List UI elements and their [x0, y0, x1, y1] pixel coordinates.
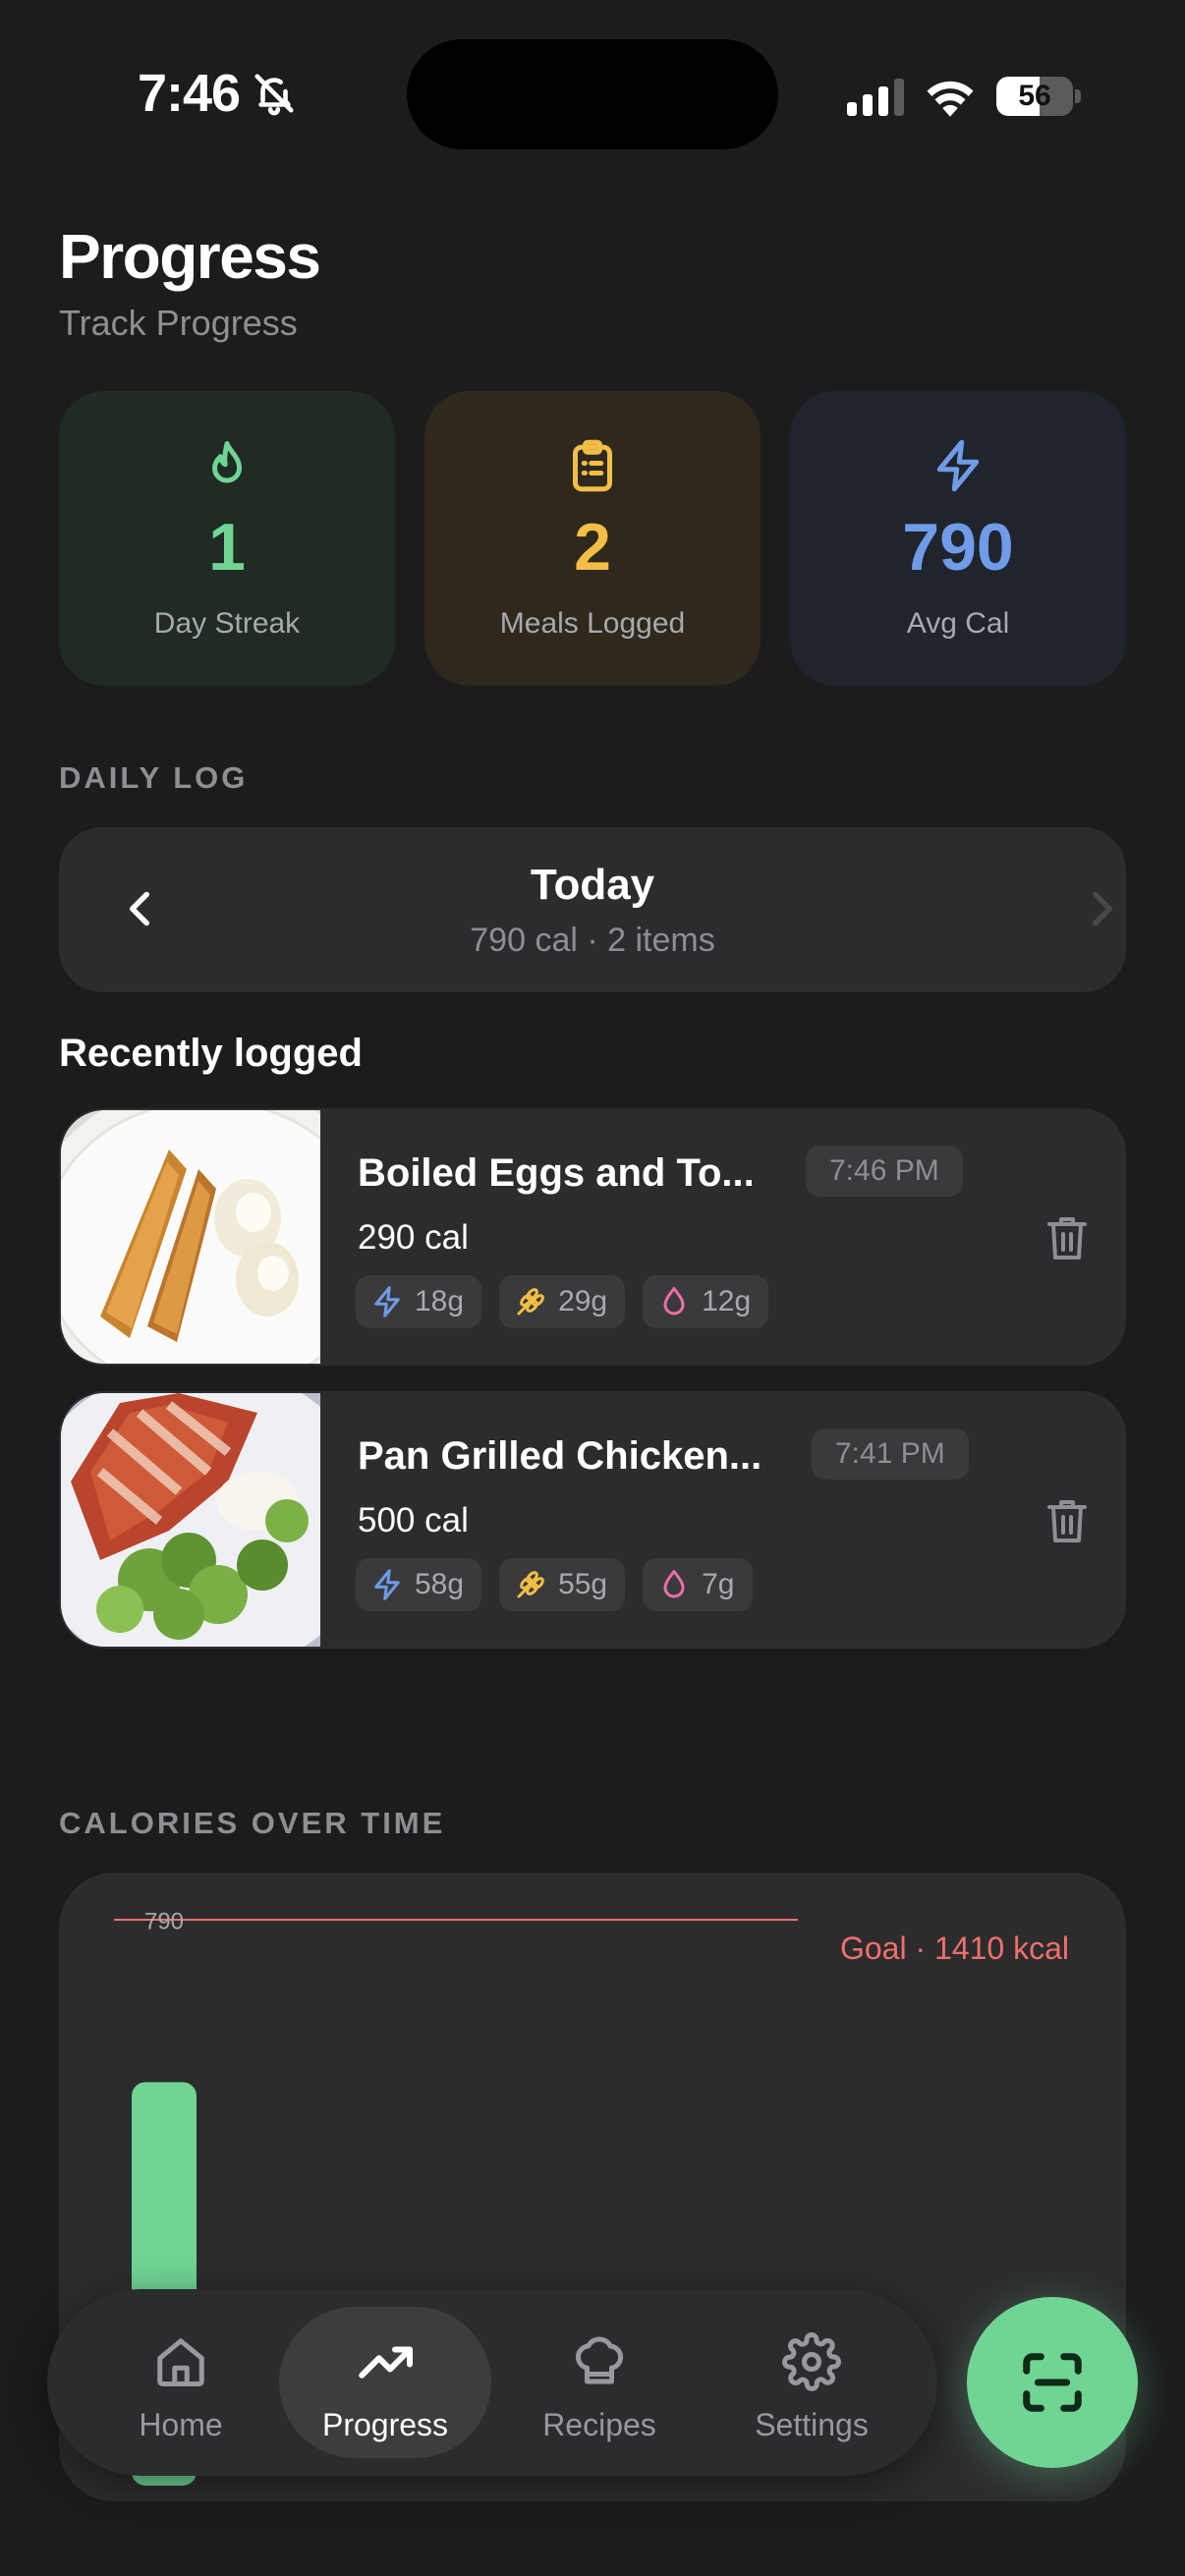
calories-chart-section-label: CALORIES OVER TIME [59, 1806, 446, 1840]
meal-time-badge: 7:41 PM [812, 1428, 969, 1480]
bell-muted-icon [254, 74, 294, 116]
stat-card-avg-cal: 790 Avg Cal [790, 391, 1126, 686]
meal-card[interactable]: Boiled Eggs and To... 7:46 PM 290 cal 18… [59, 1108, 1126, 1366]
stat-label: Day Streak [153, 607, 301, 640]
wifi-icon [927, 81, 974, 117]
status-time: 7:46 [138, 64, 241, 123]
wheat-icon [517, 1571, 544, 1598]
stat-card-meals-logged: 2 Meals Logged [424, 391, 761, 686]
cellular-signal-icon [847, 79, 904, 116]
daily-log-date: Today [530, 861, 655, 909]
goal-label: Goal · 1410 kcal [840, 1931, 1069, 1966]
meal-time-badge: 7:46 PM [806, 1146, 963, 1197]
meal-photo-grilled-chicken [61, 1393, 320, 1647]
chevron-right-icon[interactable] [1077, 884, 1126, 933]
protein-value: 58g [415, 1568, 465, 1600]
carbs-value: 55g [558, 1568, 608, 1600]
stat-card-day-streak: 1 Day Streak [59, 391, 395, 686]
bottom-nav: Home Progress Recipes Settings [47, 2289, 937, 2476]
bolt-icon [936, 439, 980, 492]
stat-label: Avg Cal [906, 607, 1010, 640]
dynamic-island [407, 39, 778, 149]
daily-log-section-label: DAILY LOG [59, 760, 249, 795]
droplet-icon [663, 1287, 685, 1316]
nav-recipes[interactable]: Recipes [493, 2307, 705, 2458]
bar-value-label: 790 [144, 1908, 184, 1934]
nav-home[interactable]: Home [75, 2307, 287, 2458]
meal-calories: 500 cal [358, 1501, 469, 1540]
daily-log-navigator: Today 790 cal · 2 items [59, 827, 1126, 992]
battery-indicator: 56 [996, 77, 1081, 116]
fat-value: 7g [702, 1568, 735, 1600]
meal-name: Pan Grilled Chicken... [358, 1434, 762, 1478]
nav-label: Recipes [542, 2407, 656, 2442]
fat-value: 12g [702, 1285, 752, 1317]
stat-value: 1 [208, 510, 246, 585]
meal-calories: 290 cal [358, 1218, 469, 1257]
recently-logged-title: Recently logged [59, 1032, 363, 1075]
nav-label: Settings [755, 2407, 869, 2442]
nav-settings[interactable]: Settings [705, 2307, 918, 2458]
bolt-icon [374, 1569, 400, 1600]
battery-level: 56 [1018, 80, 1051, 112]
scan-food-button[interactable] [967, 2297, 1138, 2468]
meal-name: Boiled Eggs and To... [358, 1151, 755, 1195]
trash-icon[interactable] [1045, 1214, 1089, 1261]
droplet-icon [663, 1570, 685, 1598]
trending-up-icon [359, 2346, 413, 2379]
carbs-chip: 55g [499, 1558, 626, 1611]
carbs-chip: 29g [499, 1275, 626, 1328]
gear-icon [782, 2332, 841, 2391]
nav-label: Home [139, 2407, 223, 2442]
meal-card[interactable]: Pan Grilled Chicken... 7:41 PM 500 cal 5… [59, 1391, 1126, 1649]
protein-chip: 58g [356, 1558, 482, 1611]
bolt-icon [374, 1286, 400, 1317]
scan-icon [1023, 2353, 1082, 2412]
nav-label: Progress [321, 2407, 449, 2442]
clipboard-icon [573, 439, 612, 492]
home-icon [157, 2338, 204, 2386]
meal-photo-eggs-toast [61, 1110, 320, 1364]
stat-label: Meals Logged [499, 607, 686, 640]
protein-value: 18g [415, 1285, 465, 1317]
stat-value: 2 [574, 510, 611, 585]
page-title: Progress [59, 221, 321, 292]
trash-icon[interactable] [1045, 1497, 1089, 1544]
wheat-icon [517, 1288, 544, 1316]
protein-chip: 18g [356, 1275, 482, 1328]
page-subtitle: Track Progress [59, 303, 298, 343]
stat-value: 790 [902, 510, 1014, 585]
carbs-value: 29g [558, 1285, 608, 1317]
flame-icon [212, 441, 242, 483]
daily-log-summary: 790 cal · 2 items [470, 922, 715, 959]
fat-chip: 12g [643, 1275, 769, 1328]
fat-chip: 7g [643, 1558, 753, 1611]
nav-progress[interactable]: Progress [279, 2307, 491, 2458]
chef-hat-icon [575, 2336, 624, 2384]
